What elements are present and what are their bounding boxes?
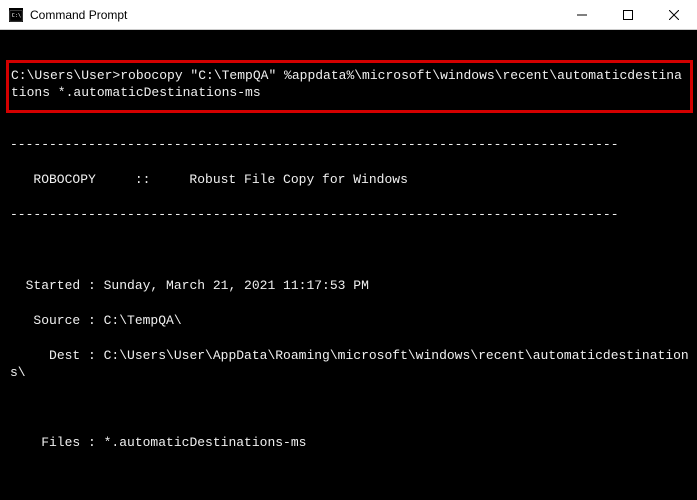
- started-value: Sunday, March 21, 2021 11:17:53 PM: [104, 278, 369, 293]
- started-label: Started :: [10, 278, 104, 293]
- close-button[interactable]: [651, 0, 697, 30]
- minimize-button[interactable]: [559, 0, 605, 30]
- files-value: *.automaticDestinations-ms: [104, 435, 307, 450]
- robocopy-header: ROBOCOPY :: Robust File Copy for Windows: [10, 171, 693, 189]
- window-title: Command Prompt: [30, 8, 559, 22]
- blank-line: [10, 241, 693, 259]
- svg-text:C:\: C:\: [12, 12, 21, 18]
- maximize-button[interactable]: [605, 0, 651, 30]
- source-line: Source : C:\TempQA\: [10, 312, 693, 330]
- dash-line: ----------------------------------------…: [10, 136, 693, 154]
- files-label: Files :: [10, 435, 104, 450]
- terminal-output[interactable]: C:\Users\User>robocopy "C:\TempQA" %appd…: [0, 30, 697, 500]
- blank-line: [10, 399, 693, 417]
- prompt: C:\Users\User>: [11, 68, 120, 83]
- source-label: Source :: [10, 313, 104, 328]
- dest-line: Dest : C:\Users\User\AppData\Roaming\mic…: [10, 347, 693, 382]
- files-line: Files : *.automaticDestinations-ms: [10, 434, 693, 452]
- dash-line: ----------------------------------------…: [10, 206, 693, 224]
- command-highlight: C:\Users\User>robocopy "C:\TempQA" %appd…: [6, 60, 693, 113]
- dest-label: Dest :: [10, 348, 104, 363]
- blank-line: [10, 470, 693, 488]
- cmd-icon: C:\: [8, 7, 24, 23]
- started-line: Started : Sunday, March 21, 2021 11:17:5…: [10, 277, 693, 295]
- dest-value: C:\Users\User\AppData\Roaming\microsoft\…: [10, 348, 689, 381]
- source-value: C:\TempQA\: [104, 313, 182, 328]
- titlebar: C:\ Command Prompt: [0, 0, 697, 30]
